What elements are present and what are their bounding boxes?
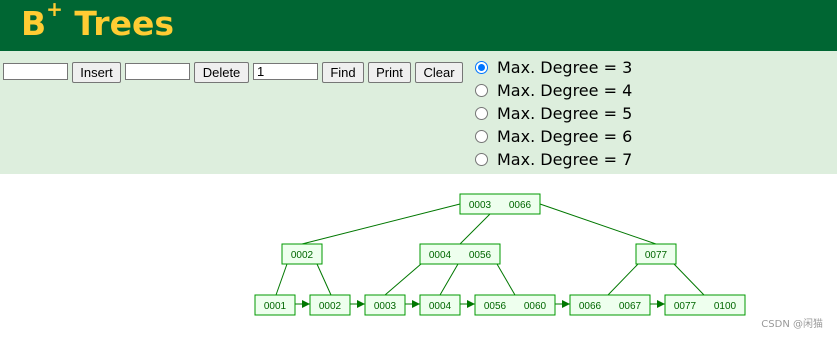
tree-node-leaf: 0002 <box>309 294 351 316</box>
find-button[interactable]: Find <box>322 62 364 83</box>
tree-node-internal: 0077 <box>635 243 677 265</box>
node-key: 0056 <box>484 301 507 312</box>
node-key: 0003 <box>374 301 397 312</box>
header-bar: B+ Trees <box>0 0 837 51</box>
degree-option-label: Max. Degree = 5 <box>497 104 633 123</box>
tree-node-internal: 0002 <box>281 243 323 265</box>
node-key: 0066 <box>509 200 532 211</box>
print-button[interactable]: Print <box>368 62 411 83</box>
node-key: 0001 <box>264 301 287 312</box>
tree-node-leaf: 0004 <box>419 294 461 316</box>
node-key: 0002 <box>319 301 342 312</box>
title-superscript: + <box>46 0 63 21</box>
radio-button[interactable] <box>475 61 488 74</box>
tree-node-leaf: 0003 <box>364 294 406 316</box>
title-main: B <box>21 4 47 43</box>
node-key: 0066 <box>579 301 602 312</box>
delete-button[interactable]: Delete <box>194 62 249 83</box>
node-key: 0077 <box>674 301 697 312</box>
edge-internal-0-to-leaf-0 <box>275 263 288 296</box>
radio-button[interactable] <box>475 84 488 97</box>
radio-button[interactable] <box>475 107 488 120</box>
edge-root-to-internal-0 <box>301 203 461 245</box>
degree-option-label: Max. Degree = 7 <box>497 150 633 169</box>
tree-node-leaf: 0077 0100 <box>664 294 746 316</box>
node-key: 0056 <box>469 250 492 261</box>
node-key: 0100 <box>714 301 737 312</box>
edge-internal-1-to-leaf-4 <box>496 263 516 296</box>
node-key: 0060 <box>524 301 547 312</box>
node-key: 0067 <box>619 301 642 312</box>
title-rest: Trees <box>62 4 174 43</box>
watermark: CSDN @闲猫 <box>761 319 823 330</box>
degree-option-label: Max. Degree = 4 <box>497 81 633 100</box>
insert-button[interactable]: Insert <box>72 62 121 83</box>
page-title: B+ Trees <box>21 0 174 45</box>
find-input[interactable] <box>253 63 318 80</box>
bplus-tree-canvas: 0003 0066 0002 0004 0056 0077 0001 0002 … <box>254 193 746 316</box>
node-key: 0004 <box>429 250 452 261</box>
insert-input[interactable] <box>3 63 68 80</box>
edge-root-to-internal-2 <box>539 203 657 245</box>
degree-option-label: Max. Degree = 3 <box>497 58 633 77</box>
edge-internal-1-to-leaf-3 <box>439 263 459 296</box>
clear-button[interactable]: Clear <box>415 62 463 83</box>
radio-button[interactable] <box>475 153 488 166</box>
node-key: 0002 <box>291 250 314 261</box>
control-panel: Insert Delete Find Print Clear Max. Degr… <box>0 51 837 174</box>
tree-node-internal: 0004 0056 <box>419 243 501 265</box>
radio-button[interactable] <box>475 130 488 143</box>
tree-node-leaf: 0066 0067 <box>569 294 651 316</box>
tree-node-leaf: 0001 <box>254 294 296 316</box>
node-key: 0003 <box>469 200 492 211</box>
node-key: 0077 <box>645 250 668 261</box>
tree-node-leaf: 0056 0060 <box>474 294 556 316</box>
edge-internal-2-to-leaf-6 <box>673 263 705 296</box>
degree-option-label: Max. Degree = 6 <box>497 127 633 146</box>
delete-input[interactable] <box>125 63 190 80</box>
tree-node-root: 0003 0066 <box>459 193 541 215</box>
edge-internal-2-to-leaf-5 <box>607 263 639 296</box>
node-key: 0004 <box>429 301 452 312</box>
edge-internal-0-to-leaf-1 <box>316 263 332 296</box>
edge-internal-1-to-leaf-2 <box>384 263 422 296</box>
